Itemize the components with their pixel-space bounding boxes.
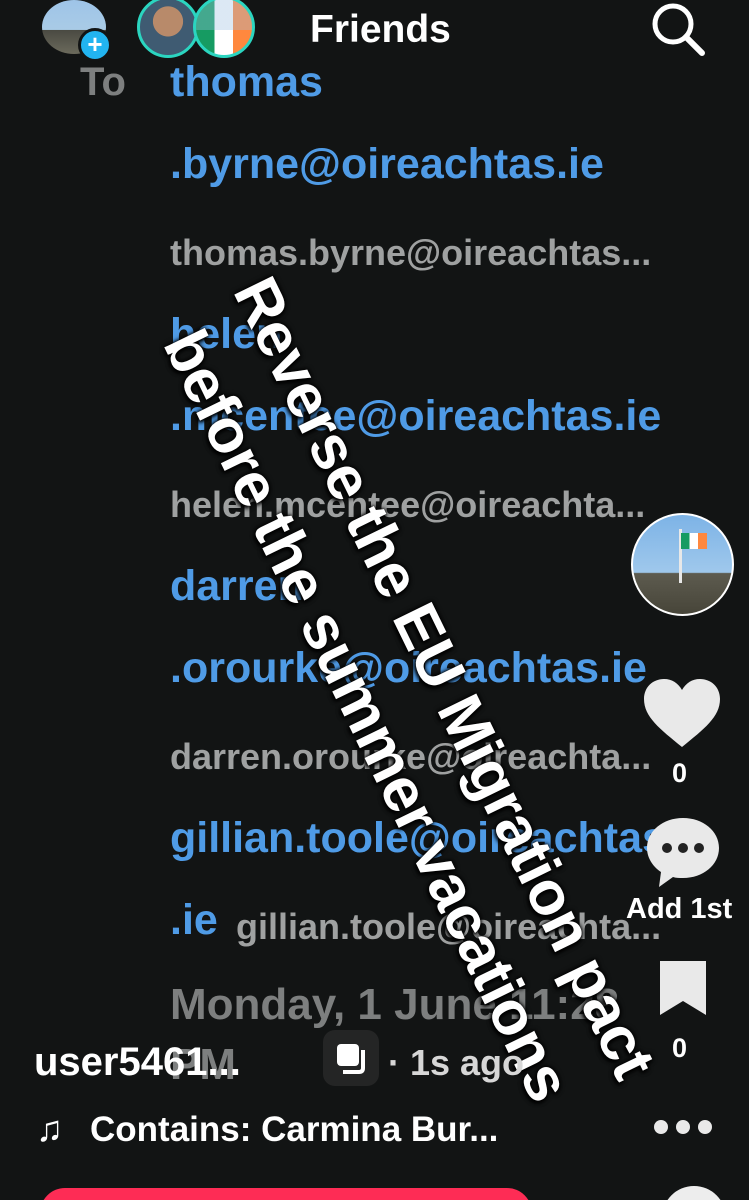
- recipient-3-secondary: darren.orourke@oireachta...: [170, 736, 652, 777]
- friend-story-avatar[interactable]: [193, 0, 255, 58]
- more-icon[interactable]: [652, 1114, 714, 1140]
- video-email-content: To thomas .byrne@oireachtas.ie thomas.by…: [0, 0, 749, 1200]
- heart-icon[interactable]: [640, 675, 724, 751]
- email-date: Monday, 1 June 11:28: [170, 980, 620, 1029]
- flag: [681, 533, 707, 549]
- bookmark-icon[interactable]: [654, 957, 712, 1019]
- recipient-2-line1: helen: [170, 310, 283, 358]
- recipient-4-secondary: gillian.toole@oireachta...: [236, 906, 662, 947]
- video-feed[interactable]: To thomas .byrne@oireachtas.ie thomas.by…: [0, 0, 749, 1200]
- page-title[interactable]: Friends: [310, 8, 451, 52]
- recipient-1-secondary: thomas.byrne@oireachtas...: [170, 232, 652, 273]
- username[interactable]: user5461...: [34, 1040, 241, 1085]
- recipient-1-line2: .byrne@oireachtas.ie: [170, 140, 604, 188]
- search-icon[interactable]: [646, 0, 708, 58]
- recipient-4-line2: .ie: [170, 896, 218, 944]
- recipient-4-line1: gillian.toole@oireachtas: [170, 814, 666, 862]
- save-count: 0: [672, 1033, 688, 1063]
- recipient-1-line1: thomas: [170, 58, 323, 106]
- like-count: 0: [672, 758, 688, 788]
- recipient-3-line2: .orourke@oireachtas.ie: [170, 644, 647, 692]
- plus-icon[interactable]: +: [78, 28, 112, 62]
- to-label: To: [80, 60, 126, 104]
- recipient-2-secondary: helen.mcentee@oireachta...: [170, 484, 646, 525]
- recipient-2-line2: .mcentee@oireachtas.ie: [170, 392, 662, 440]
- creator-avatar[interactable]: [631, 513, 734, 616]
- recipient-3-line1: darren: [170, 562, 304, 610]
- comment-button[interactable]: [40, 1188, 532, 1200]
- friend-story-avatar[interactable]: [137, 0, 199, 58]
- comment-count: Add 1st: [626, 893, 733, 925]
- comment-icon[interactable]: [643, 812, 723, 890]
- post-timestamp: · 1s ago: [388, 1042, 525, 1083]
- repost-icon[interactable]: [323, 1030, 379, 1086]
- top-bar: + Friends: [0, 0, 749, 62]
- music-note-icon: ♫: [36, 1108, 63, 1149]
- music-title[interactable]: Contains: Carmina Bur...: [90, 1110, 498, 1150]
